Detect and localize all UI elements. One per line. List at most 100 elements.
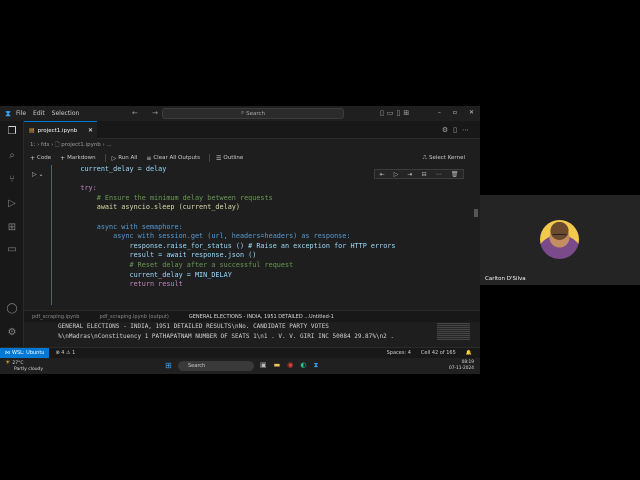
editor-scrollbar[interactable] — [474, 209, 478, 217]
tab-label: project1.ipynb — [37, 127, 78, 134]
weather-widget[interactable]: ☀ 27°C Partly cloudy — [5, 360, 43, 372]
editor-tab-bar: ▤ project1.ipynb ✕ ⚙▯⋯ — [24, 121, 480, 139]
clock-time: 08:19 — [461, 360, 474, 365]
remote-explorer-icon[interactable]: ▭ — [5, 243, 19, 257]
code-line: result = await response.json () — [129, 251, 257, 260]
split-cell-icon[interactable]: ⊟ — [422, 171, 427, 178]
windows-start-icon[interactable]: ⊞ — [165, 361, 172, 370]
file-explorer-icon[interactable]: ▬ — [274, 361, 281, 370]
run-all-icon: ▷ — [111, 154, 117, 162]
code-line: async with session.get (url, headers=hea… — [113, 232, 351, 241]
nav-arrows[interactable]: ← → — [132, 109, 164, 117]
cell-position-status[interactable]: Cell 42 of 165 — [421, 350, 456, 356]
chrome-icon[interactable]: ◉ — [287, 361, 293, 370]
vscode-logo-icon: ⧗ — [5, 108, 11, 118]
indentation-status[interactable]: Spaces: 4 — [387, 350, 411, 356]
add-code-cell-button[interactable]: + Code — [30, 155, 51, 162]
plus-icon: + — [30, 154, 36, 162]
code-line: current_delay = MIN_DELAY — [129, 270, 232, 279]
problems-indicator[interactable]: ⊗ 4 ⚠ 1 — [55, 350, 75, 356]
taskbar-apps: ▣ ▬ ◉ ◐ ⧗ — [260, 361, 318, 370]
output-line: %\nMadras\nConstituency 1 PATHAPATNAM NU… — [58, 333, 394, 340]
notebook-toolbar: + Code + Markdown ▷ Run All ≡ Clear All Outp… — [24, 151, 480, 165]
menu-file[interactable]: File — [16, 110, 26, 117]
account-icon[interactable]: ◯ — [5, 302, 19, 316]
notifications-bell-icon[interactable]: 🔔 — [466, 350, 472, 356]
kernel-icon: ⎍ — [422, 154, 427, 161]
title-bar: ⧗ File Edit Selection ← → ⌕ Search ▯▭▯⊞ … — [0, 106, 480, 121]
add-markdown-cell-button[interactable]: + Markdown — [60, 155, 95, 162]
notebook-file-icon: ▤ — [29, 127, 35, 134]
code-line: async with semaphore: — [96, 222, 183, 231]
execute-above-icon[interactable]: ⇥ — [407, 171, 412, 178]
code-line: response.raise_for_status () # Raise an … — [129, 241, 396, 250]
plus-icon: + — [60, 154, 66, 162]
minimap[interactable] — [437, 323, 470, 340]
explorer-icon[interactable]: ❐ — [5, 125, 19, 139]
output-line: GENERAL ELECTIONS - INDIA, 1951 DETAILED… — [58, 323, 329, 330]
clear-outputs-button[interactable]: ≡ Clear All Outputs — [146, 155, 200, 162]
menu-selection[interactable]: Selection — [52, 110, 80, 117]
select-kernel-button[interactable]: ⎍ Select Kernel — [423, 154, 465, 162]
toolbar-divider — [104, 154, 106, 162]
vscode-taskbar-icon[interactable]: ⧗ — [313, 361, 318, 370]
settings-gear-icon[interactable]: ⚙ — [5, 326, 19, 340]
code-line: current_delay = delay — [80, 165, 167, 173]
cell-focus-border — [51, 165, 52, 305]
taskbar-search[interactable]: Search — [178, 361, 254, 371]
remote-icon: ⋈ — [5, 350, 10, 356]
panel-tab-pdf-scraping-output[interactable]: pdf_scraping.ipynb (output) — [99, 314, 168, 320]
layout-toggle-icons[interactable]: ▯▭▯⊞ — [380, 109, 412, 117]
code-line: # Ensure the minimum delay between reque… — [96, 193, 273, 202]
panel-tab-bar: pdf_scraping.ipynb pdf_scraping.ipynb (o… — [24, 310, 480, 322]
close-tab-icon[interactable]: ✕ — [88, 127, 93, 134]
run-all-button[interactable]: ▷ Run All — [112, 155, 138, 162]
breadcrumb[interactable]: 1: › fds › 🗋 project1.ipynb › ... — [30, 141, 112, 150]
task-view-icon[interactable]: ▣ — [260, 361, 267, 370]
code-line: return result — [129, 280, 183, 289]
system-clock[interactable]: 08:19 07-11-2024 — [449, 360, 474, 372]
code-line: try: — [80, 184, 97, 193]
remote-indicator[interactable]: ⋈ WSL: Ubuntu — [0, 347, 50, 359]
clock-date: 07-11-2024 — [449, 366, 474, 371]
search-icon: ⌕ — [241, 110, 245, 116]
run-cell-icon[interactable]: ▷ ⌄ — [32, 171, 44, 178]
close-window-button[interactable]: ✕ — [469, 109, 474, 116]
panel-tab-pdf-scraping[interactable]: pdf_scraping.ipynb — [32, 314, 79, 320]
editor-actions[interactable]: ⚙▯⋯ — [442, 126, 474, 134]
webcam-tile: Carlton D'Silva — [480, 195, 640, 285]
outline-icon: ☰ — [216, 154, 222, 162]
presenter-name: Carlton D'Silva — [485, 276, 526, 282]
outline-button[interactable]: ☰ Outline — [216, 155, 243, 162]
command-search-box[interactable]: ⌕ Search — [162, 108, 344, 119]
code-line: await asyncio.sleep (current_delay) — [96, 203, 240, 212]
minimize-button[interactable]: – — [438, 109, 441, 116]
code-line: # Reset delay after a successful request — [129, 260, 294, 269]
output-text[interactable]: GENERAL ELECTIONS - INDIA, 1951 DETAILED… — [24, 322, 480, 346]
status-bar: ⋈ WSL: Ubuntu ⊗ 4 ⚠ 1 Spaces: 4 Cell 42 o… — [0, 347, 480, 359]
activity-bar: ❐ ⌕ ⑂ ▷ ⊞ ▭ ◯ ⚙ — [0, 121, 24, 353]
status-bar-right: Spaces: 4 Cell 42 of 165 🔔 — [387, 350, 472, 356]
clear-icon: ≡ — [146, 154, 152, 162]
tab-project1[interactable]: ▤ project1.ipynb ✕ — [24, 121, 97, 139]
edge-icon[interactable]: ◐ — [300, 361, 306, 370]
toolbar-divider — [209, 154, 211, 162]
more-actions-icon[interactable]: ⋯ — [436, 171, 442, 178]
run-debug-icon[interactable]: ▷ — [5, 197, 19, 211]
code-editor[interactable]: current_delay = delay try: # Ensure the … — [64, 165, 395, 290]
panel-tab-untitled[interactable]: GENERAL ELECTIONS - INDIA, 1951 DETAILED… — [189, 314, 334, 320]
search-label: Search — [246, 110, 265, 117]
maximize-button[interactable]: ▫ — [453, 109, 457, 116]
search-icon[interactable]: ⌕ — [5, 149, 19, 163]
sun-cloud-icon: ☀ — [5, 359, 11, 366]
source-control-icon[interactable]: ⑂ — [5, 173, 19, 187]
vscode-window: ⧗ File Edit Selection ← → ⌕ Search ▯▭▯⊞ … — [0, 106, 480, 374]
delete-cell-icon[interactable]: 🗑 — [451, 171, 459, 178]
code-cell[interactable]: ▷ ⌄ ⇤ ▷ ⇥ ⊟ ⋯ 🗑 current_delay = delay tr… — [24, 165, 472, 310]
windows-taskbar: ☀ 27°C Partly cloudy ⊞ Search ▣ ▬ ◉ ◐ ⧗ 0… — [0, 358, 480, 374]
presenter-avatar — [540, 220, 579, 259]
extensions-icon[interactable]: ⊞ — [5, 221, 19, 235]
menu-edit[interactable]: Edit — [33, 110, 45, 117]
